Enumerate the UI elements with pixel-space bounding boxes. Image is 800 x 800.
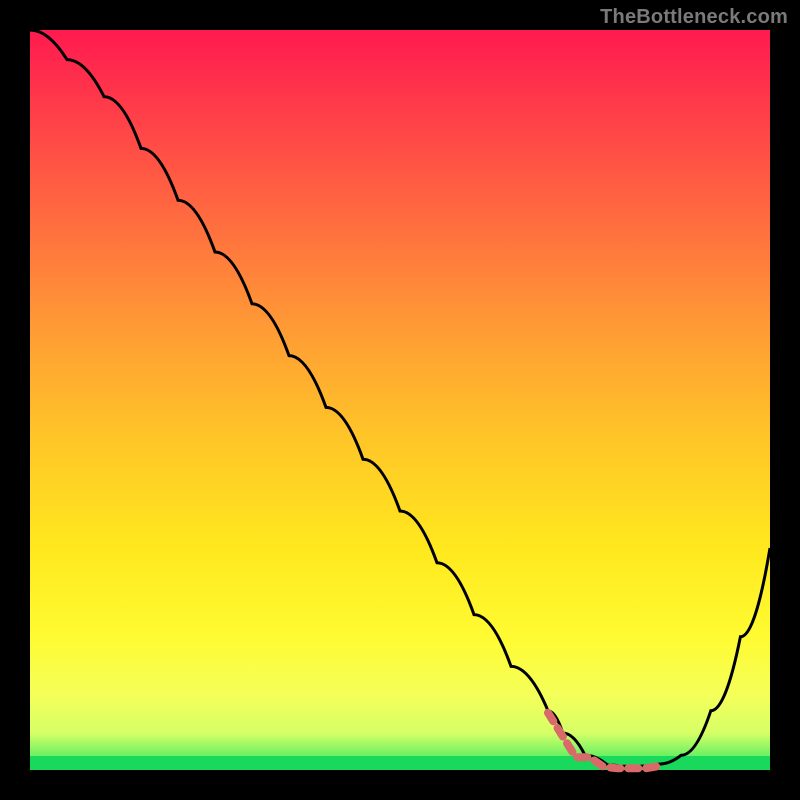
optimal-marker [548, 713, 659, 769]
chart-frame: TheBottleneck.com [0, 0, 800, 800]
watermark-text: TheBottleneck.com [600, 6, 788, 29]
bottleneck-curve [30, 30, 770, 766]
plot-area [30, 30, 770, 770]
chart-svg [30, 30, 770, 770]
